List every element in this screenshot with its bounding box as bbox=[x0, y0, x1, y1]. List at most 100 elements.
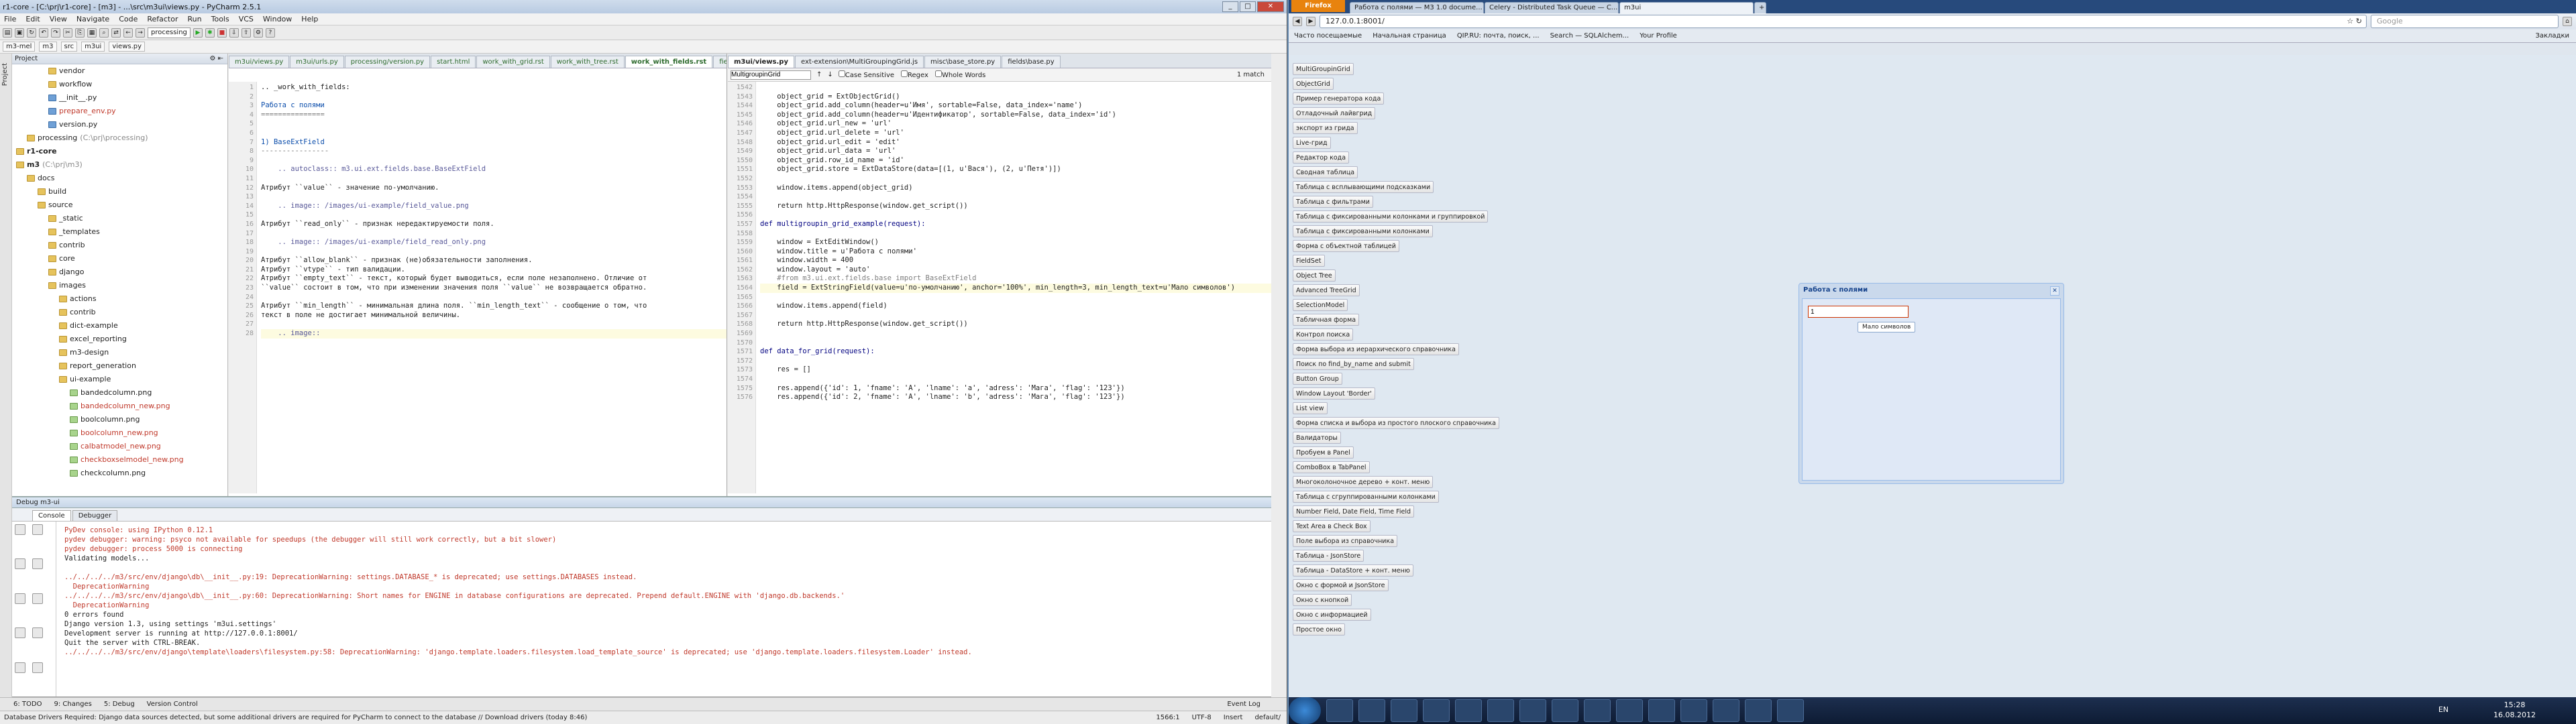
settings-icon[interactable]: ⚙ bbox=[253, 27, 263, 38]
demo-button[interactable]: Таблица - DataStore + конт. меню bbox=[1293, 564, 1413, 577]
demo-button[interactable]: Number Field, Date Field, Time Field bbox=[1293, 505, 1415, 518]
demo-button[interactable]: ObjectGrid bbox=[1293, 78, 1334, 90]
find-option[interactable]: Case Sensitive bbox=[838, 70, 894, 79]
demo-button[interactable]: Окно с информацией bbox=[1293, 609, 1371, 621]
demo-button[interactable]: Text Area в Check Box bbox=[1293, 520, 1371, 532]
tree-item[interactable]: images bbox=[13, 279, 227, 292]
bookmark-item[interactable]: Начальная страница bbox=[1373, 32, 1446, 40]
bookmark-item[interactable]: Search — SQLAlchem... bbox=[1550, 32, 1629, 40]
find-icon[interactable]: ⌕ bbox=[99, 27, 109, 38]
demo-button[interactable]: List view bbox=[1293, 402, 1328, 414]
demo-button[interactable]: Простое окно bbox=[1293, 623, 1345, 636]
find-option-checkbox[interactable] bbox=[838, 70, 845, 77]
browser-tab[interactable]: Celery - Distributed Task Queue — C... bbox=[1485, 2, 1619, 13]
demo-button[interactable]: Форма выбора из иерархического справочни… bbox=[1293, 343, 1459, 355]
vcs-update-icon[interactable]: ⇩ bbox=[229, 27, 239, 38]
tree-item[interactable]: boolcolumn.png bbox=[13, 413, 227, 426]
find-option-checkbox[interactable] bbox=[934, 70, 942, 77]
minimize-button[interactable]: _ bbox=[1222, 1, 1238, 12]
demo-button[interactable]: Редактор кода bbox=[1293, 152, 1350, 164]
firefox-menu-button[interactable]: Firefox bbox=[1291, 0, 1345, 12]
debug-icon[interactable]: ✱ bbox=[205, 27, 215, 38]
tree-item[interactable]: boolcolumn_new.png bbox=[13, 426, 227, 440]
tree-item[interactable]: calbatmodel_new.png bbox=[13, 440, 227, 453]
demo-button[interactable]: Окно с формой и JsonStore bbox=[1293, 579, 1389, 591]
tree-item[interactable]: django bbox=[13, 265, 227, 279]
skype-icon[interactable] bbox=[1552, 699, 1578, 722]
demo-button[interactable]: Пробуем в Panel bbox=[1293, 446, 1354, 459]
demo-button[interactable]: ComboBox в TabPanel bbox=[1293, 461, 1370, 473]
demo-button[interactable]: Таблица с фильтрами bbox=[1293, 196, 1373, 208]
url-bar[interactable]: 127.0.0.1:8001/ ☆ ↻ bbox=[1320, 15, 2367, 28]
stop-debug-icon[interactable] bbox=[15, 627, 25, 639]
bookmark-item[interactable]: Your Profile bbox=[1640, 32, 1677, 40]
demo-button[interactable]: Сводная таблица bbox=[1293, 166, 1358, 178]
demo-button[interactable]: Object Tree bbox=[1293, 269, 1336, 282]
paste-icon[interactable]: ▦ bbox=[87, 27, 97, 38]
browser-tab[interactable]: m3ui bbox=[1619, 2, 1754, 13]
find-prev-icon[interactable]: ↑ bbox=[816, 71, 822, 78]
editor-icon[interactable] bbox=[1423, 699, 1450, 722]
pause-icon[interactable] bbox=[15, 593, 25, 604]
new-tab-button[interactable]: + bbox=[1754, 2, 1766, 13]
demo-button[interactable]: Многоколоночное дерево + конт. меню bbox=[1293, 476, 1434, 488]
demo-button[interactable]: Таблица с фиксированными колонками и гру… bbox=[1293, 210, 1489, 223]
find-option[interactable]: Regex bbox=[901, 70, 928, 79]
tree-item[interactable]: workflow bbox=[13, 78, 227, 91]
terminal-icon[interactable] bbox=[1391, 699, 1417, 722]
tree-item[interactable]: __init__.py bbox=[13, 91, 227, 105]
demo-button[interactable]: FieldSet bbox=[1293, 255, 1325, 267]
redo-icon[interactable]: ↷ bbox=[51, 27, 60, 38]
editor-tab[interactable]: m3ui/urls.py bbox=[290, 56, 344, 68]
run-config-select[interactable]: processing bbox=[148, 27, 191, 38]
tree-item[interactable]: core bbox=[13, 252, 227, 265]
demo-button[interactable]: Валидаторы bbox=[1293, 432, 1341, 444]
demo-button[interactable]: Таблица - JsonStore bbox=[1293, 550, 1364, 562]
copy-icon[interactable]: ⎘ bbox=[75, 27, 85, 38]
sync-icon[interactable]: ↻ bbox=[27, 27, 36, 38]
home-icon[interactable]: ⌂ bbox=[2563, 17, 2572, 26]
demo-button[interactable]: Таблица с сгруппированными колонками bbox=[1293, 491, 1439, 503]
demo-button[interactable]: Таблица с всплывающими подсказками bbox=[1293, 181, 1434, 193]
demo-button[interactable]: экспорт из грида bbox=[1293, 122, 1358, 134]
eval-icon[interactable] bbox=[32, 662, 43, 673]
vcs-commit-icon[interactable]: ⇧ bbox=[241, 27, 251, 38]
pycharm-icon[interactable] bbox=[1487, 699, 1514, 722]
tree-item[interactable]: contrib bbox=[13, 306, 227, 319]
tree-item[interactable]: version.py bbox=[13, 118, 227, 131]
step-into-icon[interactable] bbox=[32, 558, 43, 570]
breadcrumb-item[interactable]: src bbox=[60, 42, 78, 52]
undo-icon[interactable]: ↶ bbox=[39, 27, 48, 38]
files-icon[interactable] bbox=[1616, 699, 1643, 722]
demo-button[interactable]: Окно с кнопкой bbox=[1293, 594, 1352, 606]
find-input[interactable] bbox=[731, 70, 811, 80]
find-option[interactable]: Whole Words bbox=[934, 70, 985, 79]
app3-icon[interactable] bbox=[1680, 699, 1707, 722]
cut-icon[interactable]: ✂ bbox=[63, 27, 72, 38]
debug-tab[interactable]: Console bbox=[32, 510, 71, 521]
app5-icon[interactable] bbox=[1745, 699, 1772, 722]
forward-icon[interactable]: → bbox=[136, 27, 145, 38]
tree-item[interactable]: processing (C:\prj\processing) bbox=[13, 131, 227, 145]
menu-item[interactable]: Run bbox=[188, 15, 202, 23]
bookmark-item[interactable]: Часто посещаемые bbox=[1294, 32, 1362, 40]
demo-button[interactable]: MultiGroupinGrid bbox=[1293, 63, 1354, 75]
folder-icon[interactable] bbox=[1358, 699, 1385, 722]
menu-item[interactable]: Window bbox=[263, 15, 292, 23]
find-next-icon[interactable]: ↓ bbox=[827, 71, 833, 78]
tool-window-button[interactable]: 5: Debug bbox=[104, 701, 135, 708]
status-indicator[interactable]: 1566:1 bbox=[1156, 714, 1179, 721]
demo-button[interactable]: Advanced TreeGrid bbox=[1293, 284, 1360, 296]
menu-item[interactable]: Refactor bbox=[147, 15, 178, 23]
tree-item[interactable]: bandedcolumn.png bbox=[13, 386, 227, 400]
string-field[interactable] bbox=[1808, 306, 1909, 318]
editor-tab[interactable]: ext-extension\MultiGroupingGrid.js bbox=[794, 56, 924, 68]
close-icon[interactable]: ✕ bbox=[2050, 286, 2059, 296]
demo-button[interactable]: Window Layout 'Border' bbox=[1293, 387, 1375, 400]
menu-item[interactable]: Help bbox=[301, 15, 318, 23]
editor-tab[interactable]: work_with_grid.rst bbox=[476, 56, 550, 68]
tree-item[interactable]: _templates bbox=[13, 225, 227, 239]
editor-tab[interactable]: fields/complex.py bbox=[713, 56, 727, 68]
demo-button[interactable]: SelectionModel bbox=[1293, 299, 1348, 311]
demo-button[interactable]: Поиск по find_by_name and submit bbox=[1293, 358, 1414, 370]
